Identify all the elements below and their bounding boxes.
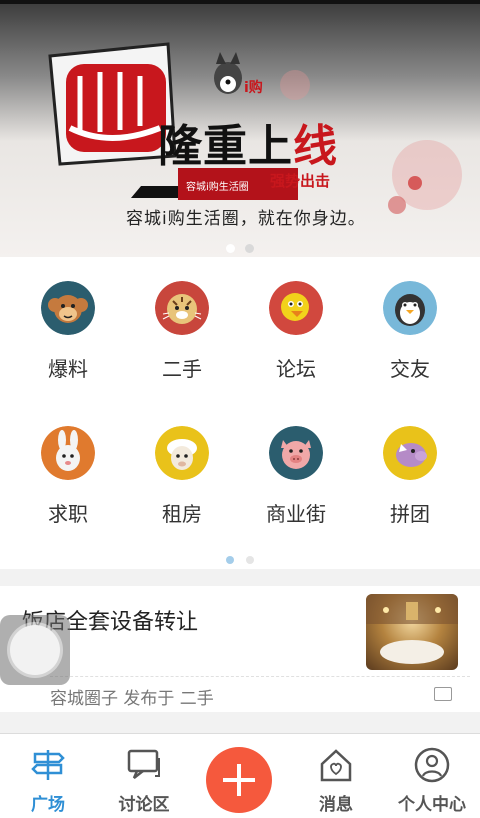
restaurant-photo [366,594,458,664]
tab-label: 广场 [31,795,65,815]
banner-carousel[interactable]: i购 隆重上线 容城i购生活圈 强势出击 容城i购生活圈，就在你身边。 [0,0,480,257]
post-thumbnail[interactable] [366,594,458,670]
assistive-touch-inner [10,625,60,675]
category-shangyejie[interactable]: 商业街 [236,402,356,542]
category-label: 二手 [162,357,202,381]
svg-text:i购: i购 [244,79,263,96]
decor-circle [280,70,310,100]
tab-label: 讨论区 [118,795,170,815]
banner-tagline: 容城i购生活圈，就在你身边。 [126,209,366,229]
user-icon [414,747,450,783]
tab-gerenzhongxin[interactable]: 个人中心 [384,734,480,818]
plus-icon-vertical [237,764,241,796]
chick-icon [269,281,323,335]
tiger-icon [155,281,209,335]
pager-dot[interactable] [226,556,234,564]
category-label: 论坛 [276,357,316,381]
signpost-icon [31,750,65,780]
post-card[interactable]: 饭店全套设备转让 容城圈子 发布于 二手 [0,586,480,712]
status-strip [0,0,480,4]
category-label: 求职 [48,502,88,526]
category-label: 租房 [162,502,202,526]
decor-circle [408,176,422,190]
brand-name: 容城i购生活圈 [186,182,249,193]
tab-guangchang[interactable]: 广场 [0,734,96,818]
tab-label: 消息 [319,795,353,815]
home-heart-icon [320,749,352,782]
comment-icon[interactable] [434,687,452,701]
headline-black: 隆重上 [158,121,293,172]
banner-sub: 强势出击 [270,172,331,190]
pig-icon [269,426,323,480]
rhino-icon [383,426,437,480]
category-label: 爆料 [48,357,88,381]
bottom-tab-bar: 广场 讨论区 消息 个人中心 [0,733,480,818]
tab-label: 个人中心 [398,795,466,815]
monkey-icon [41,281,95,335]
category-zufang[interactable]: 租房 [122,402,242,542]
publish-plus-button[interactable] [206,747,272,813]
headline-red: 线 [293,121,338,172]
tab-xiaoxi[interactable]: 消息 [288,734,384,818]
category-ershou[interactable]: 二手 [122,257,242,397]
category-pintuan[interactable]: 拼团 [350,402,470,542]
assistive-touch-button[interactable] [0,615,70,685]
decor-circle [388,196,406,214]
tab-taolunqu[interactable]: 讨论区 [96,734,192,818]
pager-dot[interactable] [246,556,254,564]
sheep-icon [155,426,209,480]
category-jiaoyou[interactable]: 交友 [350,257,470,397]
dog-mascot: i购 [214,52,263,96]
category-label: 拼团 [390,502,430,526]
banner-pager [0,238,480,257]
pager-dot[interactable] [245,244,254,253]
category-baoliao[interactable]: 爆料 [8,257,128,397]
post-meta: 容城圈子 发布于 二手 [50,689,214,709]
banner-headline: 隆重上线 [158,110,398,172]
chat-icon [127,749,160,779]
penguin-icon [383,281,437,335]
category-label: 交友 [390,357,430,381]
grid-pager [0,549,480,568]
rabbit-icon [41,426,95,480]
pager-dot[interactable] [226,244,235,253]
category-luntan[interactable]: 论坛 [236,257,356,397]
category-label: 商业街 [266,502,326,526]
divider [50,676,470,677]
category-grid: 爆料 二手 论坛 交友 求职 租房 商业街 拼团 [0,257,480,569]
category-qiuzhi[interactable]: 求职 [8,402,128,542]
